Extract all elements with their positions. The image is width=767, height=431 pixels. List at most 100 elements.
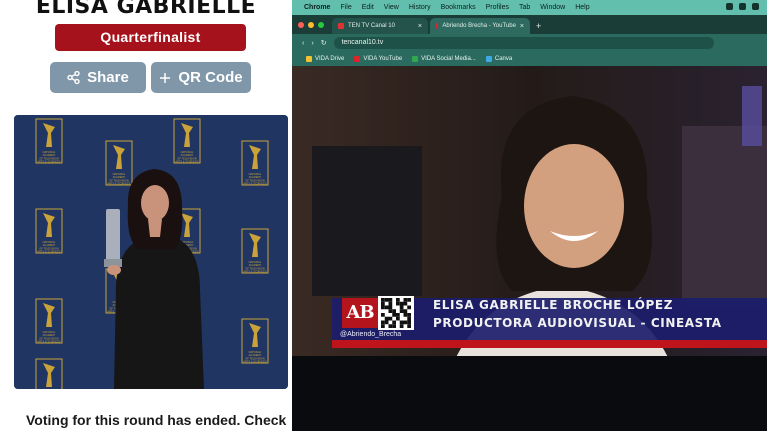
qr-module <box>403 309 408 313</box>
qr-module <box>388 309 393 313</box>
award-trophy <box>106 209 120 261</box>
nominee-name: ELISA GABRIELLE <box>35 0 257 19</box>
interviewee-title: PRODUCTORA AUDIOVISUAL - CINEASTA <box>433 316 722 330</box>
qr-module <box>396 313 400 317</box>
menu-item-bookmarks[interactable]: Bookmarks <box>441 4 476 11</box>
social-handle: @Abriendo_Brecha <box>340 331 402 338</box>
qr-code-pattern <box>381 298 411 328</box>
qr-module <box>403 301 408 306</box>
qr-module <box>407 298 411 302</box>
battery-icon <box>739 3 746 10</box>
menu-item-tab[interactable]: Tab <box>519 4 530 11</box>
bookmark-item[interactable]: VIDA YouTube <box>354 56 402 62</box>
nominee-dress <box>114 237 204 389</box>
qr-module <box>392 313 396 317</box>
bookmark-label: VIDA Drive <box>315 56 345 62</box>
qr-code-label: QR Code <box>178 69 243 86</box>
address-bar[interactable]: tencanal10.tv <box>333 37 714 49</box>
menu-item-file[interactable]: File <box>340 4 351 11</box>
tab-youtube[interactable]: Abriendo Brecha - YouTube × <box>430 18 530 34</box>
qr-module <box>396 301 400 306</box>
lower-third: AB @Abriendo_Brecha ELISA GABRIELLE BROC… <box>332 292 767 344</box>
menu-item-help[interactable]: Help <box>575 4 589 11</box>
reload-icon[interactable]: ↻ <box>321 39 327 47</box>
close-window-icon[interactable] <box>298 22 304 28</box>
qr-module <box>384 298 389 302</box>
wifi-icon <box>726 3 733 10</box>
background-monitor <box>312 146 422 296</box>
bookmark-icon <box>354 56 361 62</box>
menu-item-edit[interactable]: Edit <box>362 4 374 11</box>
nominee-face <box>141 185 169 221</box>
close-tab-icon[interactable]: × <box>520 23 524 30</box>
nominee-photo: NATIONAL ACADEMY OF TELEVISION ARTS & SCIEN… <box>14 115 288 389</box>
qr-module <box>388 301 393 306</box>
qr-module <box>399 320 404 325</box>
qr-module <box>381 301 385 306</box>
qr-module <box>388 298 393 302</box>
qr-module <box>388 305 393 310</box>
forward-icon[interactable]: › <box>311 40 313 47</box>
qr-module <box>407 324 411 328</box>
laptop-screen-photo: Chrome File Edit View History Bookmarks Profil… <box>292 0 767 431</box>
qr-module <box>384 320 389 325</box>
svg-text:ARTS & SCIENCES: ARTS & SCIENCES <box>37 250 61 254</box>
abriendo-brecha-logo: AB <box>342 298 378 328</box>
tab-ten-tv[interactable]: TEN TV Canal 10 × <box>332 18 428 34</box>
interviewee-face <box>524 144 624 268</box>
tab-label: TEN TV Canal 10 <box>348 23 395 29</box>
svg-text:ARTS & SCIENCES: ARTS & SCIENCES <box>243 270 267 274</box>
menu-item-profiles[interactable]: Profiles <box>486 4 509 11</box>
share-label: Share <box>87 69 129 86</box>
qr-module <box>381 320 385 325</box>
menu-item-window[interactable]: Window <box>540 4 565 11</box>
bookmarks-bar: VIDA Drive VIDA YouTube VIDA Social Media.… <box>292 52 767 66</box>
bookmark-icon <box>485 56 492 62</box>
svg-text:ARTS & SCIENCES: ARTS & SCIENCES <box>243 360 267 364</box>
status-badge: Quarterfinalist <box>55 24 246 51</box>
qr-code-image <box>378 296 414 330</box>
interviewee-name: ELISA GABRIELLE BROCHE LÓPEZ <box>433 298 673 312</box>
qr-module <box>392 309 396 313</box>
bookmark-icon <box>412 56 419 62</box>
bookmark-label: VIDA Social Media... <box>421 56 476 62</box>
qr-module <box>399 324 404 328</box>
bookmark-item[interactable]: VIDA Drive <box>306 56 344 62</box>
svg-text:ARTS & SCIENCES: ARTS & SCIENCES <box>37 340 61 344</box>
qr-module <box>399 301 404 306</box>
bookmark-label: VIDA YouTube <box>363 56 403 62</box>
svg-text:ARTS & SCIENCES: ARTS & SCIENCES <box>175 160 199 164</box>
bookmark-item[interactable]: Canva <box>485 56 513 62</box>
qr-module <box>388 324 393 328</box>
close-tab-icon[interactable]: × <box>418 23 422 30</box>
menu-item-chrome[interactable]: Chrome <box>304 4 330 11</box>
bookmark-item[interactable]: VIDA Social Media... <box>412 56 476 62</box>
back-icon[interactable]: ‹ <box>302 40 304 47</box>
svg-text:ARTS & SCIENCES: ARTS & SCIENCES <box>37 160 61 164</box>
video-frame: AB @Abriendo_Brecha ELISA GABRIELLE BROC… <box>292 66 767 431</box>
qr-module <box>407 313 411 317</box>
qr-module <box>392 320 396 325</box>
qr-module <box>381 305 385 310</box>
svg-text:ARTS & SCIENCES: ARTS & SCIENCES <box>107 182 131 186</box>
maximize-window-icon[interactable] <box>318 22 324 28</box>
minimize-window-icon[interactable] <box>308 22 314 28</box>
qr-module <box>399 309 404 313</box>
qr-module <box>392 324 396 328</box>
bookmark-label: Canva <box>494 56 513 62</box>
qr-module <box>399 305 404 310</box>
qr-module <box>381 313 385 317</box>
qr-module <box>381 298 385 302</box>
tab-label: Abriendo Brecha - YouTube <box>442 23 516 29</box>
qr-module <box>407 316 411 321</box>
ten-tv-favicon <box>338 23 344 29</box>
share-icon <box>67 71 80 84</box>
plus-icon <box>159 72 171 84</box>
emmy-backdrop-photo: NATIONALACADEMYOF TELEVISIONARTS & SCIEN… <box>14 115 288 389</box>
qr-code-button[interactable]: QR Code <box>151 62 251 93</box>
menu-item-history[interactable]: History <box>409 4 431 11</box>
new-tab-button[interactable]: + <box>532 21 545 34</box>
qr-module <box>396 298 400 302</box>
menu-item-view[interactable]: View <box>384 4 399 11</box>
share-button[interactable]: Share <box>50 62 146 93</box>
